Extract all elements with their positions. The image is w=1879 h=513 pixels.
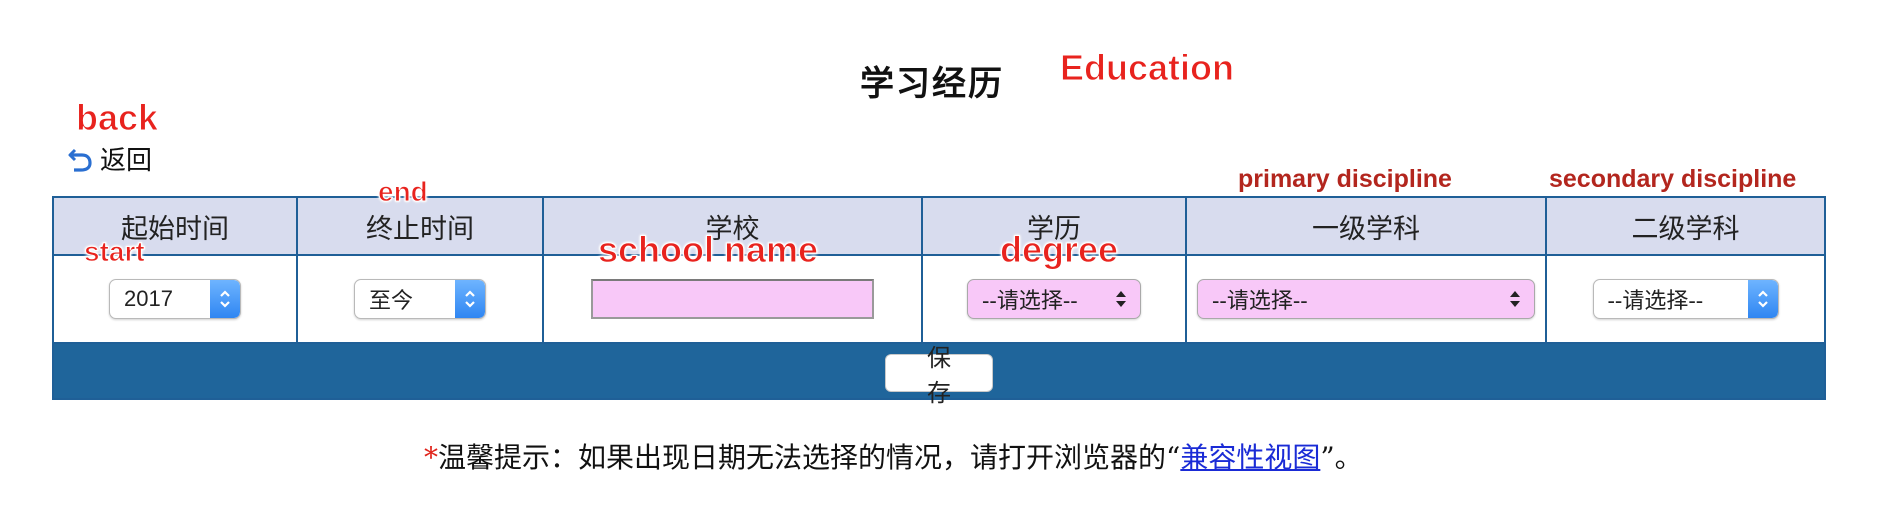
- annotation-secondary-discipline: secondary discipline: [1549, 165, 1797, 193]
- primary-discipline-select[interactable]: --请选择--: [1197, 279, 1535, 319]
- end-time-cell: 至今: [296, 254, 544, 344]
- annotation-education: Education: [1059, 47, 1235, 88]
- education-table: 起始时间 终止时间 学校 学历 一级学科 二级学科 2017 至今 --请选择-…: [52, 196, 1826, 407]
- secondary-discipline-select[interactable]: --请选择--: [1592, 279, 1779, 319]
- end-time-select[interactable]: 至今: [354, 279, 486, 319]
- education-page: 学习经历 Education back 返回 start end school …: [0, 0, 1879, 513]
- compatibility-tip: *温馨提示：如果出现日期无法选择的情况，请打开浏览器的“兼容性视图”。: [424, 436, 1363, 476]
- select-chevron-icon: [210, 280, 240, 318]
- primary-discipline-cell: --请选择--: [1185, 254, 1547, 344]
- save-bar: 保 存: [52, 342, 1826, 407]
- start-year-select[interactable]: 2017: [109, 279, 241, 319]
- back-label: 返回: [100, 146, 153, 176]
- annotation-primary-discipline: primary discipline: [1238, 165, 1452, 193]
- back-link[interactable]: 返回: [66, 140, 152, 177]
- back-arrow-icon: [68, 148, 92, 172]
- end-time-value: 至今: [369, 289, 414, 314]
- save-row: 保 存: [52, 342, 1826, 407]
- degree-value: --请选择--: [982, 289, 1078, 314]
- annotation-degree: degree: [999, 229, 1119, 270]
- annotation-back: back: [75, 97, 159, 138]
- table-header-row: 起始时间 终止时间 学校 学历 一级学科 二级学科: [52, 196, 1826, 256]
- start-time-cell: 2017: [52, 254, 298, 344]
- school-name-input[interactable]: [591, 279, 874, 319]
- primary-discipline-value: --请选择--: [1212, 289, 1308, 314]
- column-header-secondary-discipline: 二级学科: [1545, 196, 1826, 256]
- required-star: *: [424, 441, 438, 474]
- select-chevron-icon: [1747, 280, 1778, 318]
- tip-suffix: ”。: [1320, 441, 1363, 474]
- save-button[interactable]: 保 存: [885, 344, 993, 407]
- select-updown-icon: [1116, 291, 1126, 307]
- secondary-discipline-cell: --请选择--: [1545, 254, 1826, 344]
- degree-select[interactable]: --请选择--: [967, 279, 1141, 319]
- select-chevron-icon: [455, 280, 485, 318]
- annotation-start: start: [84, 236, 146, 267]
- annotation-end: end: [378, 176, 429, 207]
- page-title: 学习经历: [860, 64, 1004, 104]
- select-updown-icon: [1510, 291, 1520, 307]
- column-header-primary-discipline: 一级学科: [1185, 196, 1547, 256]
- annotation-school-name: school name: [597, 229, 819, 270]
- secondary-discipline-value: --请选择--: [1607, 289, 1704, 314]
- start-year-value: 2017: [124, 286, 173, 311]
- compatibility-view-link[interactable]: 兼容性视图: [1180, 441, 1320, 474]
- table-row: 2017 至今 --请选择-- --请选择-- --请选择--: [52, 254, 1826, 344]
- tip-text: 温馨提示：如果出现日期无法选择的情况，请打开浏览器的“: [438, 441, 1181, 474]
